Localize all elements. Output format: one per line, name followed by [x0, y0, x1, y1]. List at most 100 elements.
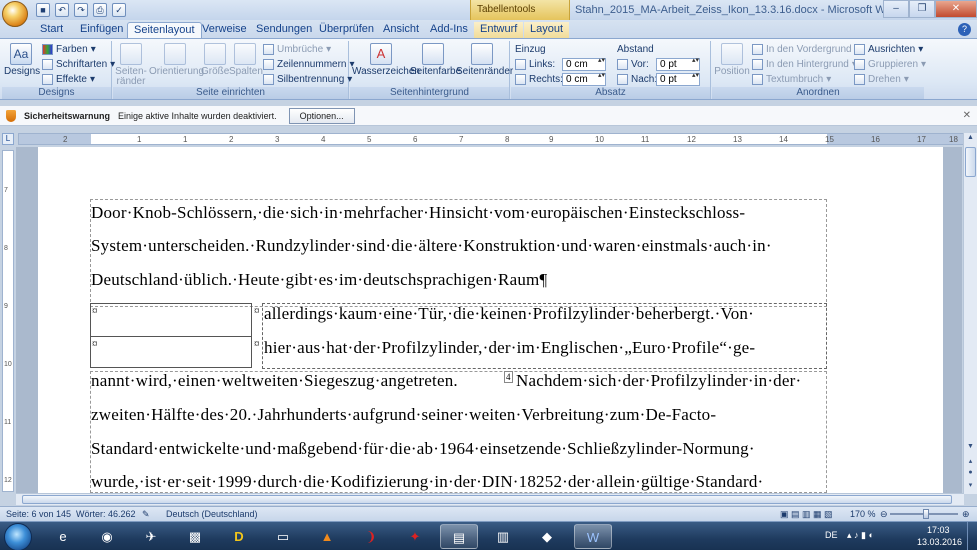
farben-button[interactable]: Farben ▾ [42, 43, 96, 56]
text-line[interactable]: Standard·entwickelte·und·maßgebend·für·d… [91, 439, 755, 459]
groesse-button[interactable]: Größe [201, 43, 229, 77]
tab-selector[interactable]: L [2, 133, 14, 145]
position-button[interactable]: Position [714, 43, 750, 77]
clock-date[interactable]: 13.03.2016 [917, 537, 962, 547]
seitenraender-border-button[interactable]: Seitenränder [456, 43, 513, 77]
zoom-level[interactable]: 170 % [850, 509, 876, 519]
text-line[interactable]: System·unterscheiden.·Rundzylinder·sind·… [91, 236, 772, 256]
minimize-button[interactable]: – [883, 0, 909, 18]
scroll-thumb[interactable] [965, 147, 976, 177]
explorer-icon-2[interactable]: ▥ [484, 524, 522, 549]
zoom-slider-knob[interactable] [923, 509, 929, 519]
spacing-after-input[interactable]: 0 pt [656, 73, 700, 86]
airplane-icon[interactable]: ✈ [132, 524, 170, 549]
ausrichten-button[interactable]: Ausrichten ▾ [854, 43, 923, 56]
options-button[interactable]: Optionen... [288, 107, 355, 124]
document-area[interactable]: ¤ ¤ ¤ ¤ Door·Knob-Schlössern,·die·sich·i… [16, 147, 962, 493]
spacing-before-input[interactable]: 0 pt [656, 58, 700, 71]
tab-ueberpruefen[interactable]: Überprüfen [313, 22, 380, 38]
text-line[interactable]: nannt·wird,·einen·weltweiten·Siegeszug·a… [91, 371, 458, 391]
tab-verweise[interactable]: Verweise [196, 22, 253, 38]
table-cell[interactable] [90, 303, 252, 337]
firefox-icon[interactable]: ◉ [88, 524, 126, 549]
undo-icon[interactable]: ↶ [55, 3, 69, 17]
help-icon[interactable]: ? [958, 23, 971, 36]
scroll-up-icon[interactable]: ▲ [965, 134, 976, 145]
seitenfarbe-button[interactable]: Seitenfarbe [410, 43, 461, 77]
vertical-ruler[interactable]: 7 8 9 10 11 12 [2, 150, 14, 492]
language[interactable]: Deutsch (Deutschland) [166, 509, 258, 519]
page[interactable]: ¤ ¤ ¤ ¤ Door·Knob-Schlössern,·die·sich·i… [38, 147, 943, 493]
redo-icon[interactable]: ↷ [74, 3, 88, 17]
save-icon[interactable]: ■ [36, 3, 50, 17]
orientierung-button[interactable]: Orientierung [149, 43, 204, 77]
hintergrund-button[interactable]: In den Hintergrund▾ [752, 58, 857, 71]
zoom-in-icon[interactable]: ⊕ [962, 509, 970, 520]
text-line[interactable]: Deutschland·üblich.·Heute·gibt·es·im·deu… [91, 270, 547, 290]
zeilennummern-button[interactable]: Zeilennummern ▾ [263, 58, 355, 71]
close-button[interactable]: ✕ [935, 0, 977, 18]
office-button[interactable] [2, 1, 28, 27]
close-icon[interactable]: ✕ [963, 110, 971, 121]
indent-right-input[interactable]: 0 cm [562, 73, 606, 86]
tray-icons[interactable]: ▴ ♪ ▮ ◐ [847, 530, 874, 541]
tab-layout[interactable]: Layout [524, 22, 570, 38]
explorer-icon[interactable]: ▤ [440, 524, 478, 549]
horizontal-scrollbar[interactable] [16, 493, 964, 505]
show-desktop-button[interactable] [967, 522, 977, 550]
ie-icon[interactable]: e [44, 524, 82, 549]
hscroll-thumb[interactable] [22, 495, 952, 504]
start-button[interactable] [4, 523, 32, 550]
vordergrund-button[interactable]: In den Vordergrund▾ [752, 43, 860, 56]
text-line[interactable]: zweiten·Hälfte·des·20.·Jahrhunderts·aufg… [91, 405, 716, 425]
tab-sendungen[interactable]: Sendungen [250, 22, 318, 38]
d-icon[interactable]: D [220, 524, 258, 549]
text-line[interactable]: hier·aus·hat·der·Profilzylinder,·der·im·… [264, 338, 755, 358]
app-icon[interactable]: ▩ [176, 524, 214, 549]
next-page-icon[interactable]: ▾ [965, 481, 976, 492]
text-line[interactable]: Door·Knob-Schlössern,·die·sich·in·mehrfa… [91, 203, 745, 223]
tab-ansicht[interactable]: Ansicht [377, 22, 425, 38]
tab-seitenlayout[interactable]: Seitenlayout [127, 22, 202, 38]
text-line[interactable]: Nachdem·sich·der·Profilzylinder·in·der· [516, 371, 801, 391]
clock-time[interactable]: 17:03 [927, 525, 950, 535]
schriftarten-button[interactable]: Schriftarten ▾ [42, 58, 115, 71]
drehen-button[interactable]: Drehen ▾ [854, 73, 909, 86]
spalten-button[interactable]: Spalten [229, 43, 263, 77]
pdf-reader-icon[interactable]: ❩ [352, 524, 390, 549]
page-count[interactable]: Seite: 6 von 145 [6, 509, 71, 519]
proofing-icon[interactable]: ✎ [142, 509, 150, 520]
tab-entwurf[interactable]: Entwurf [474, 22, 524, 38]
word-icon[interactable]: W [574, 524, 612, 549]
tab-add-ins[interactable]: Add-Ins [424, 22, 474, 38]
scroll-down-icon[interactable]: ▼ [965, 443, 976, 454]
horizontal-ruler[interactable]: 2 1 1 2 3 4 5 6 7 8 9 10 11 12 13 14 15 … [18, 133, 964, 145]
indent-left-input[interactable]: 0 cm [562, 58, 606, 71]
word-count[interactable]: Wörter: 46.262 [76, 509, 136, 519]
browse-object-icon[interactable]: ● [965, 469, 976, 480]
maximize-button[interactable]: ❐ [909, 0, 935, 18]
designs-button[interactable]: Aa Designs [4, 43, 40, 77]
wasserzeichen-button[interactable]: A Wasserzeichen [352, 43, 420, 77]
footnote-mark[interactable]: 4 [504, 371, 513, 383]
folder-icon[interactable]: ▭ [264, 524, 302, 549]
textumbruch-button[interactable]: Textumbruch ▾ [752, 73, 831, 86]
tab-start[interactable]: Start [34, 22, 69, 38]
vlc-icon[interactable]: ▲ [308, 524, 346, 549]
vertical-scrollbar[interactable]: ▲ ▼ ▴ ● ▾ [963, 133, 977, 494]
text-line[interactable]: wurde,·ist·er·seit·1999·durch·die·Kodifi… [91, 472, 763, 492]
text-line[interactable]: allerdings·kaum·eine·Tür,·die·keinen·Pro… [264, 304, 754, 324]
seitenraender-button[interactable]: Seiten- ränder [115, 43, 147, 87]
umbrueche-button[interactable]: Umbrüche ▾ [263, 43, 331, 56]
table-cell[interactable] [90, 336, 252, 368]
print-preview-icon[interactable]: ⎙ [93, 3, 107, 17]
app-icon-2[interactable]: ◆ [528, 524, 566, 549]
acrobat-icon[interactable]: ✦ [396, 524, 434, 549]
view-buttons[interactable]: ▣ ▤ ▥ ▦ ▧ [780, 509, 833, 520]
spelling-icon[interactable]: ✓ [112, 3, 126, 17]
prev-page-icon[interactable]: ▴ [965, 457, 976, 468]
language-indicator[interactable]: DE [825, 530, 838, 540]
effekte-button[interactable]: Effekte ▾ [42, 73, 95, 86]
zoom-out-icon[interactable]: ⊖ [880, 509, 888, 520]
silbentrennung-button[interactable]: Silbentrennung ▾ [263, 73, 352, 86]
